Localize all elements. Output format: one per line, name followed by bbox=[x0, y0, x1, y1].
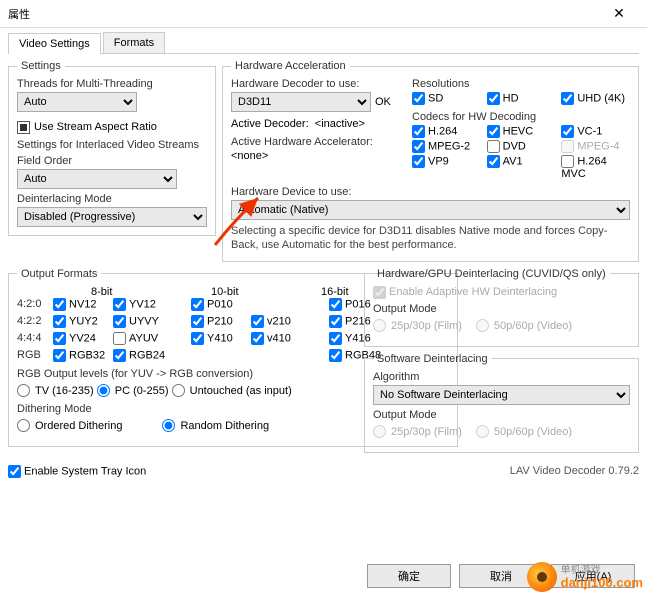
res-uhd[interactable]: UHD (4K) bbox=[561, 92, 630, 105]
dither-random[interactable]: Random Dithering bbox=[162, 419, 269, 432]
watermark-logo-icon bbox=[527, 562, 557, 592]
threads-label: Threads for Multi-Threading bbox=[17, 78, 207, 90]
active-hw-label: Active Hardware Accelerator: bbox=[231, 136, 406, 148]
hw-decoder-label: Hardware Decoder to use: bbox=[231, 78, 406, 90]
resolutions-label: Resolutions bbox=[412, 78, 630, 90]
field-order-label: Field Order bbox=[17, 155, 207, 167]
deint-mode-label: Deinterlacing Mode bbox=[17, 193, 207, 205]
codec-h264[interactable]: H.264 bbox=[412, 125, 481, 138]
fmt-yuy2[interactable]: YUY2 bbox=[53, 315, 113, 328]
watermark: 单机游戏 danji100.com bbox=[527, 562, 643, 592]
fmt-ayuv[interactable]: AYUV bbox=[113, 332, 173, 345]
fmt-p010[interactable]: P010 bbox=[191, 298, 251, 311]
version-label: LAV Video Decoder 0.79.2 bbox=[510, 465, 639, 477]
output-formats-legend: Output Formats bbox=[17, 268, 101, 280]
tab-video-settings[interactable]: Video Settings bbox=[8, 33, 101, 54]
row-rgb: RGB bbox=[17, 349, 53, 361]
bits-8-label: 8-bit bbox=[71, 286, 191, 298]
codecs-label: Codecs for HW Decoding bbox=[412, 111, 630, 123]
row-444: 4:4:4 bbox=[17, 332, 53, 344]
window-title: 属性 bbox=[8, 6, 599, 22]
sw-deint-50p[interactable]: 50p/60p (Video) bbox=[476, 425, 572, 438]
field-order-select[interactable]: Auto bbox=[17, 169, 177, 189]
dither-ordered[interactable]: Ordered Dithering bbox=[17, 419, 122, 432]
ok-button[interactable]: 确定 bbox=[367, 564, 451, 588]
rgb-pc[interactable]: PC (0-255) bbox=[97, 384, 169, 397]
fmt-p210[interactable]: P210 bbox=[191, 315, 251, 328]
use-stream-aspect-label: Use Stream Aspect Ratio bbox=[34, 121, 157, 133]
settings-group: Settings Threads for Multi-Threading Aut… bbox=[8, 60, 216, 236]
hw-decoder-select[interactable]: D3D11 bbox=[231, 92, 371, 112]
sw-deint-group: Software Deinterlacing Algorithm No Soft… bbox=[364, 353, 639, 453]
close-icon[interactable]: ✕ bbox=[599, 5, 639, 22]
tab-formats[interactable]: Formats bbox=[103, 32, 165, 53]
res-sd[interactable]: SD bbox=[412, 92, 481, 105]
deint-mode-select[interactable]: Disabled (Progressive) bbox=[17, 207, 207, 227]
res-hd[interactable]: HD bbox=[487, 92, 556, 105]
fmt-v210[interactable]: v210 bbox=[251, 315, 311, 328]
fmt-yv12[interactable]: YV12 bbox=[113, 298, 173, 311]
codec-vc1[interactable]: VC-1 bbox=[561, 125, 630, 138]
rgb-tv[interactable]: TV (16-235) bbox=[17, 384, 94, 397]
gpu-deint-enable[interactable]: Enable Adaptive HW Deinterlacing bbox=[373, 286, 557, 298]
gpu-deint-50p[interactable]: 50p/60p (Video) bbox=[476, 319, 572, 332]
settings-legend: Settings bbox=[17, 60, 65, 72]
threads-select[interactable]: Auto bbox=[17, 92, 137, 112]
titlebar: 属性 ✕ bbox=[0, 0, 647, 28]
bits-10-label: 10-bit bbox=[191, 286, 301, 298]
sw-deint-output-mode-label: Output Mode bbox=[373, 409, 630, 421]
active-hw-value: <none> bbox=[231, 150, 406, 162]
codec-mpeg4[interactable]: MPEG-4 bbox=[561, 140, 630, 153]
hw-accel-legend: Hardware Acceleration bbox=[231, 60, 350, 72]
active-decoder-value: <inactive> bbox=[315, 118, 365, 130]
fmt-nv12[interactable]: NV12 bbox=[53, 298, 113, 311]
row-420: 4:2:0 bbox=[17, 298, 53, 310]
tray-icon-checkbox[interactable]: Enable System Tray Icon bbox=[8, 465, 146, 478]
sw-deint-algo-label: Algorithm bbox=[373, 371, 630, 383]
hw-decoder-ok: OK bbox=[375, 96, 391, 108]
hw-device-note: Selecting a specific device for D3D11 di… bbox=[231, 224, 630, 253]
gpu-deint-25p[interactable]: 25p/30p (Film) bbox=[373, 319, 462, 332]
interlaced-settings-label: Settings for Interlaced Video Streams bbox=[17, 139, 207, 151]
bits-16-label: 16-bit bbox=[301, 286, 371, 298]
use-stream-aspect-checkbox[interactable] bbox=[17, 121, 30, 134]
codec-mpeg2[interactable]: MPEG-2 bbox=[412, 140, 481, 153]
codec-av1[interactable]: AV1 bbox=[487, 155, 556, 180]
sw-deint-25p[interactable]: 25p/30p (Film) bbox=[373, 425, 462, 438]
watermark-text-1: 单机游戏 bbox=[561, 566, 643, 576]
codec-vp9[interactable]: VP9 bbox=[412, 155, 481, 180]
codec-dvd[interactable]: DVD bbox=[487, 140, 556, 153]
fmt-yv24[interactable]: YV24 bbox=[53, 332, 113, 345]
fmt-rgb32[interactable]: RGB32 bbox=[53, 349, 113, 362]
sw-deint-legend: Software Deinterlacing bbox=[373, 353, 492, 365]
hw-accel-group: Hardware Acceleration Hardware Decoder t… bbox=[222, 60, 639, 262]
fmt-rgb24[interactable]: RGB24 bbox=[113, 349, 173, 362]
hw-device-select[interactable]: Automatic (Native) bbox=[231, 200, 630, 220]
rgb-untouched[interactable]: Untouched (as input) bbox=[172, 384, 292, 397]
fmt-y410[interactable]: Y410 bbox=[191, 332, 251, 345]
fmt-v410[interactable]: v410 bbox=[251, 332, 311, 345]
gpu-deint-legend: Hardware/GPU Deinterlacing (CUVID/QS onl… bbox=[373, 268, 610, 280]
active-decoder-label: Active Decoder: bbox=[231, 118, 309, 130]
codec-hevc[interactable]: HEVC bbox=[487, 125, 556, 138]
tab-bar: Video Settings Formats bbox=[8, 32, 639, 54]
row-422: 4:2:2 bbox=[17, 315, 53, 327]
sw-deint-algo-select[interactable]: No Software Deinterlacing bbox=[373, 385, 630, 405]
fmt-uyvy[interactable]: UYVY bbox=[113, 315, 173, 328]
hw-device-label: Hardware Device to use: bbox=[231, 186, 630, 198]
gpu-deint-output-mode-label: Output Mode bbox=[373, 303, 630, 315]
codec-h264mvc[interactable]: H.264 MVC bbox=[561, 155, 630, 180]
gpu-deint-group: Hardware/GPU Deinterlacing (CUVID/QS onl… bbox=[364, 268, 639, 347]
watermark-text-2: danji100.com bbox=[561, 576, 643, 589]
